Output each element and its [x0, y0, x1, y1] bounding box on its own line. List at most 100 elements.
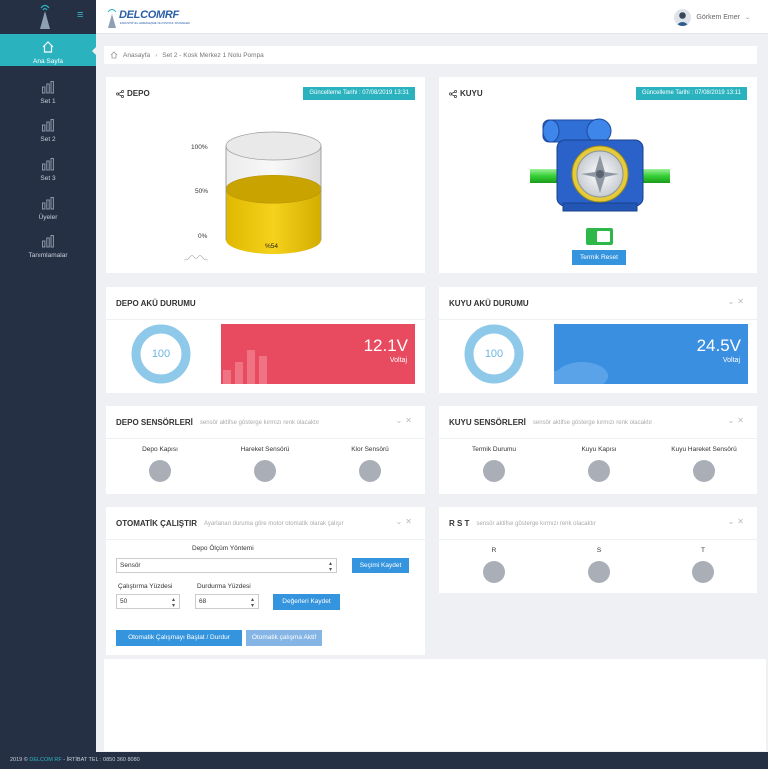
close-icon[interactable]: ✕: [737, 297, 747, 306]
stepper-icon[interactable]: ▴ ▾: [251, 597, 254, 609]
phase-label: S: [596, 547, 602, 554]
save-choice-button[interactable]: Seçimi Kaydet: [352, 558, 409, 573]
nav-label: Set 3: [40, 175, 56, 182]
kuyu-voltage-label: Voltaj: [722, 357, 740, 364]
menu-toggle-icon[interactable]: ≡: [77, 10, 83, 21]
chevron-down-icon[interactable]: ⌄: [396, 517, 406, 526]
nav-item-tanimlamalar[interactable]: Tanımlamalar: [0, 232, 96, 264]
save-values-button[interactable]: Değerleri Kaydet: [273, 594, 340, 610]
share-icon: [116, 89, 124, 98]
close-icon[interactable]: ✕: [737, 416, 747, 425]
panel-controls[interactable]: ⌄✕: [728, 297, 747, 306]
footer-year: 2019 ©: [10, 757, 28, 763]
sensor-kuyu-hareket: Kuyu Hareket Sensörü: [664, 446, 744, 482]
sensor-label: Depo Kapısı: [142, 446, 178, 453]
nav-item-set-3[interactable]: Set 3: [0, 155, 96, 187]
phase-indicator: [483, 561, 505, 583]
sensor-indicator: [254, 460, 276, 482]
panel-divider: [106, 539, 425, 540]
cloud-icon: [554, 362, 608, 384]
termik-reset-button[interactable]: Termik Reset: [572, 250, 626, 265]
nav-item-ana-sayfa[interactable]: Ana Sayfa: [0, 34, 97, 66]
bar-chart-icon: [42, 81, 54, 94]
nav-item-set-2[interactable]: Set 2: [0, 116, 96, 148]
nav-item-set-1[interactable]: Set 1: [0, 78, 96, 110]
depo-title: DEPO: [127, 89, 150, 98]
depo-sensors-title: DEPO SENSÖRLERİ: [116, 418, 193, 427]
breadcrumb-home[interactable]: Anasayfa: [123, 52, 150, 59]
stop-percent-value: 68: [199, 598, 207, 605]
panel-title: KUYU SENSÖRLERİ sensör aktifse gösterge …: [449, 418, 652, 427]
chevron-down-icon[interactable]: ⌄: [728, 297, 738, 306]
phase-indicator: [692, 561, 714, 583]
brand-name: DELCOMRF: [119, 9, 179, 21]
method-select[interactable]: Sensör ▴ ▾: [116, 558, 337, 573]
stop-percent-input[interactable]: 68 ▴ ▾: [195, 594, 259, 609]
axis-label-50: 50%: [195, 188, 209, 195]
panel-controls[interactable]: ⌄✕: [396, 416, 415, 425]
user-name: Görkem Emer: [696, 13, 740, 21]
close-icon[interactable]: ✕: [405, 517, 415, 526]
rst-subtitle: sensör aktifse gösterge kırmızı renk ola…: [476, 520, 596, 527]
nav-label: Üyeler: [38, 214, 58, 221]
auto-subtitle: Ayarlanan duruma göre motor otomatik ola…: [204, 520, 344, 527]
footer-contact: - İRTİBAT TEL : 0850 360 8080: [63, 757, 140, 763]
pump-status-toggle[interactable]: [586, 228, 613, 245]
stepper-icon[interactable]: ▴ ▾: [172, 597, 175, 609]
toggle-knob: [597, 231, 610, 242]
sensor-depo-kapisi: Depo Kapısı: [120, 446, 200, 482]
axis-label-0: 0%: [198, 233, 208, 240]
panel-controls[interactable]: ⌄✕: [728, 416, 747, 425]
sidebar: ≡ Ana Sayfa Set 1 Set 2 Set 3 Üyeler Tan…: [0, 0, 97, 752]
phase-label: R: [491, 547, 497, 554]
breadcrumb-separator: ›: [155, 51, 158, 59]
sensor-termik: Termik Durumu: [454, 446, 534, 482]
kuyu-title: KUYU: [460, 89, 483, 98]
method-value: Sensör: [120, 562, 141, 569]
chevron-down-icon[interactable]: ⌄: [396, 416, 406, 425]
kuyu-voltage-card: 24.5V Voltaj: [554, 324, 748, 384]
close-icon[interactable]: ✕: [737, 517, 747, 526]
sensor-label: Kuyu Hareket Sensörü: [671, 446, 737, 453]
brand-tagline: ENDÜSTRİYEL HABERLEŞME VE KONTROL SİSTEM…: [120, 22, 190, 25]
panel-divider: [439, 438, 757, 439]
user-menu[interactable]: Görkem Emer ⌄: [674, 8, 750, 26]
method-label: Depo Ölçüm Yöntemi: [192, 545, 254, 552]
tank-level-gauge: [225, 131, 322, 254]
kuyu-sensors-subtitle: sensör aktifse gösterge kırmızı renk ola…: [532, 419, 653, 426]
chevron-down-icon[interactable]: ⌄: [728, 416, 738, 425]
bar-chart-icon: [42, 158, 54, 171]
sensor-indicator: [588, 460, 610, 482]
select-arrows-icon: ▴ ▾: [328, 561, 332, 573]
sensor-label: Kuyu Kapısı: [581, 446, 617, 453]
auto-toggle-button[interactable]: Otomatik Çalışmayı Başlat / Durdur: [116, 630, 242, 646]
start-percent-input[interactable]: 50 ▴ ▾: [116, 594, 180, 609]
kuyu-panel: KUYU Güncelleme Tarihi : 07/08/2019 13:1…: [439, 77, 757, 273]
share-icon: [449, 89, 457, 98]
nav-item-uyeler[interactable]: Üyeler: [0, 194, 96, 226]
tank-level-label: %54: [265, 243, 279, 250]
rst-panel: R S T sensör aktifse gösterge kırmızı re…: [439, 507, 757, 593]
start-percent-label: Çalıştırma Yüzdesi: [118, 583, 173, 590]
kuyu-battery-percent: 100: [484, 348, 504, 360]
kuyu-battery-panel: KUYU AKÜ DURUMU ⌄✕ 100 24.5V Voltaj: [439, 287, 757, 393]
depo-update-date: Güncelleme Tarihi : 07/08/2019 13:31: [303, 87, 415, 100]
footer-brand[interactable]: DELCOM RF: [29, 757, 61, 763]
panel-divider: [439, 319, 757, 320]
home-icon: [42, 41, 54, 53]
brand-logo[interactable]: DELCOMRF ENDÜSTRİYEL HABERLEŞME VE KONTR…: [106, 7, 190, 29]
panel-controls[interactable]: ⌄✕: [396, 517, 415, 526]
sensor-label: Klor Sensörü: [351, 446, 389, 453]
panel-controls[interactable]: ⌄✕: [728, 517, 747, 526]
panel-title: DEPO SENSÖRLERİ sensör aktifse gösterge …: [116, 418, 319, 427]
auto-status-button[interactable]: Otomatik çalışma Aktif: [246, 630, 322, 646]
close-icon[interactable]: ✕: [405, 416, 415, 425]
depo-voltage-value: 12.1V: [363, 336, 408, 355]
bar-chart-icon: [42, 235, 54, 248]
panel-title: OTOMATİK ÇALIŞTIR Ayarlanan duruma göre …: [116, 519, 344, 528]
panel-title: R S T sensör aktifse gösterge kırmızı re…: [449, 519, 596, 528]
nav-label: Ana Sayfa: [33, 58, 63, 65]
home-icon: [110, 51, 118, 59]
chevron-down-icon[interactable]: ⌄: [728, 517, 738, 526]
depo-panel: DEPO Güncelleme Tarihi : 07/08/2019 13:3…: [106, 77, 425, 273]
